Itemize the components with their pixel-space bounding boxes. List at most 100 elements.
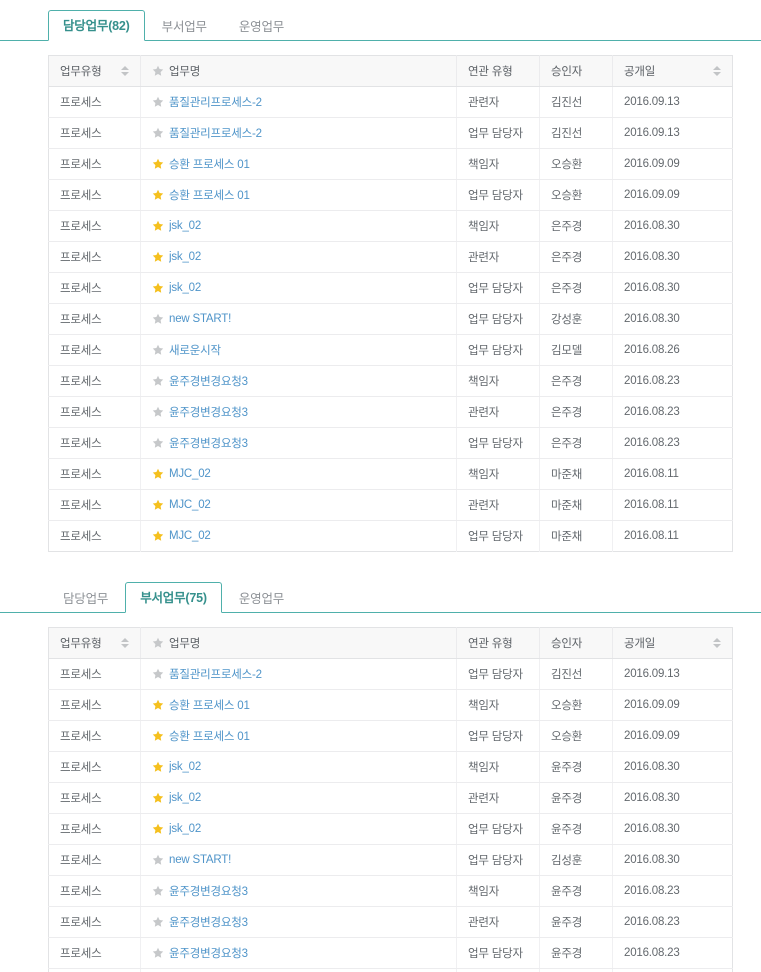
cell-approver: 윤주경 [539, 937, 613, 969]
task-name-link[interactable]: MJC_02 [169, 499, 211, 511]
star-filled-icon[interactable] [152, 251, 164, 263]
star-filled-icon[interactable] [152, 761, 164, 773]
table-header-row: 업무유형 업무명 연관 유형 승인자 공개일 [48, 55, 733, 87]
cell-task-name: MJC_02 [140, 968, 457, 972]
task-name-link[interactable]: 승환 프로세스 01 [169, 697, 250, 713]
column-header-task-name-label: 업무명 [169, 66, 201, 78]
task-name-link[interactable]: 새로운시작 [169, 342, 221, 358]
star-filled-icon[interactable] [152, 530, 164, 542]
table-row: 프로세스 품질관리프로세스-2 관련자 김진선 2016.09.13 [48, 86, 733, 118]
star-filled-icon[interactable] [152, 468, 164, 480]
table-row: 프로세스 new START! 업무 담당자 강성훈 2016.08.30 [48, 303, 733, 335]
column-header-approver: 승인자 [539, 627, 613, 659]
star-filled-icon[interactable] [152, 189, 164, 201]
cell-publish-date: 2016.09.09 [612, 179, 733, 211]
sort-icon[interactable] [713, 65, 722, 77]
star-filled-icon[interactable] [152, 220, 164, 232]
tab-3[interactable]: 운영업무 [224, 11, 299, 42]
table-row: 프로세스 MJC_02 관련자 마준채 2016.08.11 [48, 489, 733, 521]
column-header-publish-date-label: 공개일 [624, 638, 656, 650]
star-outline-icon[interactable] [152, 96, 164, 108]
cell-task-type: 프로세스 [48, 179, 141, 211]
cell-publish-date: 2016.08.30 [612, 303, 733, 335]
task-name-link[interactable]: new START! [169, 854, 231, 866]
task-name-link[interactable]: 승환 프로세스 01 [169, 187, 250, 203]
cell-relation-type: 관련자 [456, 241, 540, 273]
star-outline-icon[interactable] [152, 375, 164, 387]
task-table-container: 업무유형 업무명 연관 유형 승인자 공개일 프로세스 품질관리프로세스-2 관련자 김진선 20… [48, 55, 733, 552]
sort-icon[interactable] [713, 637, 722, 649]
task-name-link[interactable]: 품질관리프로세스-2 [169, 666, 262, 682]
star-outline-icon[interactable] [152, 127, 164, 139]
cell-approver: 윤주경 [539, 813, 613, 845]
task-name-link[interactable]: 윤주경변경요청3 [169, 883, 248, 899]
table-row: 프로세스 윤주경변경요청3 업무 담당자 윤주경 2016.08.23 [48, 937, 733, 969]
cell-task-name: jsk_02 [140, 813, 457, 845]
tab-3[interactable]: 운영업무 [224, 583, 299, 614]
star-filled-icon[interactable] [152, 792, 164, 804]
column-header-approver-label: 승인자 [551, 638, 583, 650]
cell-relation-type: 업무 담당자 [456, 272, 540, 304]
cell-task-type: 프로세스 [48, 720, 141, 752]
task-name-link[interactable]: jsk_02 [169, 823, 201, 835]
task-name-link[interactable]: 품질관리프로세스-2 [169, 94, 262, 110]
cell-relation-type: 업무 담당자 [456, 720, 540, 752]
task-name-link[interactable]: 윤주경변경요청3 [169, 435, 248, 451]
star-outline-icon[interactable] [152, 916, 164, 928]
sort-icon[interactable] [121, 65, 130, 77]
star-outline-icon[interactable] [152, 406, 164, 418]
tab-1-active[interactable]: 담당업무(82) [48, 9, 145, 41]
column-header-publish-date[interactable]: 공개일 [612, 55, 733, 87]
star-outline-icon[interactable] [152, 668, 164, 680]
column-header-publish-date[interactable]: 공개일 [612, 627, 733, 659]
table-row: 프로세스 윤주경변경요청3 업무 담당자 은주경 2016.08.23 [48, 427, 733, 459]
task-name-link[interactable]: new START! [169, 313, 231, 325]
cell-publish-date: 2016.08.26 [612, 334, 733, 366]
star-outline-icon[interactable] [152, 437, 164, 449]
star-filled-icon[interactable] [152, 699, 164, 711]
star-filled-icon[interactable] [152, 158, 164, 170]
table-row: 프로세스 MJC_02 책임자 마준채 2016.08.11 [48, 458, 733, 490]
cell-approver: 김진선 [539, 86, 613, 118]
cell-task-type: 프로세스 [48, 520, 141, 552]
task-name-link[interactable]: jsk_02 [169, 251, 201, 263]
star-filled-icon[interactable] [152, 823, 164, 835]
task-name-link[interactable]: 윤주경변경요청3 [169, 914, 248, 930]
cell-task-type: 프로세스 [48, 396, 141, 428]
task-name-link[interactable]: 승환 프로세스 01 [169, 156, 250, 172]
task-name-link[interactable]: jsk_02 [169, 792, 201, 804]
task-name-link[interactable]: 품질관리프로세스-2 [169, 125, 262, 141]
cell-publish-date: 2016.09.09 [612, 720, 733, 752]
cell-relation-type: 업무 담당자 [456, 520, 540, 552]
column-header-task-type[interactable]: 업무유형 [48, 55, 141, 87]
star-outline-icon[interactable] [152, 344, 164, 356]
tab-1[interactable]: 담당업무 [48, 583, 123, 614]
star-outline-icon[interactable] [152, 313, 164, 325]
task-name-link[interactable]: 윤주경변경요청3 [169, 373, 248, 389]
star-filled-icon[interactable] [152, 730, 164, 742]
column-header-task-type[interactable]: 업무유형 [48, 627, 141, 659]
task-name-link[interactable]: MJC_02 [169, 530, 211, 542]
cell-publish-date: 2016.09.13 [612, 86, 733, 118]
sort-icon[interactable] [121, 637, 130, 649]
task-name-link[interactable]: jsk_02 [169, 220, 201, 232]
task-name-link[interactable]: 윤주경변경요청3 [169, 945, 248, 961]
star-filled-icon[interactable] [152, 499, 164, 511]
panel-my-tasks: 담당업무(82) 부서업무 운영업무 업무유형 업무명 연관 유형 승인자 공개일 프로세스 품질… [0, 0, 761, 552]
star-filled-icon[interactable] [152, 282, 164, 294]
cell-relation-type: 업무 담당자 [456, 303, 540, 335]
task-name-link[interactable]: 윤주경변경요청3 [169, 404, 248, 420]
star-outline-icon[interactable] [152, 947, 164, 959]
task-name-link[interactable]: jsk_02 [169, 761, 201, 773]
star-outline-icon[interactable] [152, 854, 164, 866]
task-name-link[interactable]: 승환 프로세스 01 [169, 728, 250, 744]
star-outline-icon[interactable] [152, 885, 164, 897]
tab-2[interactable]: 부서업무 [147, 11, 222, 42]
column-header-relation-type-label: 연관 유형 [468, 638, 513, 650]
task-name-link[interactable]: MJC_02 [169, 468, 211, 480]
cell-approver: 은주경 [539, 427, 613, 459]
cell-approver: 마준채 [539, 520, 613, 552]
tab-2-active[interactable]: 부서업무(75) [125, 581, 222, 613]
task-name-link[interactable]: jsk_02 [169, 282, 201, 294]
cell-relation-type: 책임자 [456, 148, 540, 180]
